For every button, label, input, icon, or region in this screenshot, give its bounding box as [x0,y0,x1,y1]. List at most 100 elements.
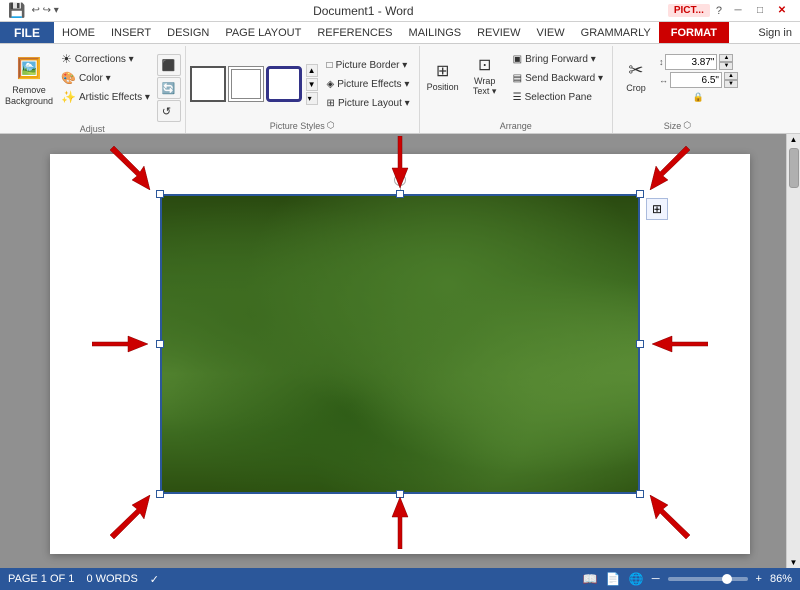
style-preview-3[interactable] [266,66,302,102]
border-icon: □ [327,60,333,71]
scroll-up-btn[interactable]: ▲ [790,135,798,144]
forward-backward-col: ▣ Bring Forward ▾ ▤ Send Backward ▾ ☰ Se… [508,50,608,106]
document-area: ⊞ [0,134,800,568]
wrap-icon: ⊡ [478,55,491,75]
handle-bottom-left[interactable] [156,490,164,498]
size-label: Size ⬡ [617,118,738,133]
styles-expand[interactable]: ⬡ [327,120,335,131]
rotate-handle[interactable] [394,174,406,186]
zoom-slider-thumb[interactable] [722,574,732,584]
picture-layout-btn[interactable]: ⊞ Picture Layout ▾ [322,94,415,112]
handle-bottom-middle[interactable] [396,490,404,498]
height-down[interactable]: ▼ [719,62,733,70]
references-menu[interactable]: REFERENCES [309,22,400,43]
handle-bottom-right[interactable] [636,490,644,498]
design-menu[interactable]: DESIGN [159,22,217,43]
layout-options-icon[interactable]: ⊞ [646,198,668,220]
height-input[interactable] [665,54,717,70]
read-mode-icon[interactable]: 📖 [583,572,598,586]
proof-icon[interactable]: ✓ [150,573,159,586]
color-icon: 🎨 [61,71,76,85]
layout-icon-small: ⊞ [327,98,335,109]
help-btn[interactable]: ? [716,5,722,17]
zoom-level[interactable]: 86% [770,573,792,585]
size-inputs: ↕ ▲ ▼ ↔ ▲ ▼ 🔒 [659,54,738,103]
scroll-down-btn[interactable]: ▼ [790,558,798,567]
styles-scroll-down[interactable]: ▼ [306,78,318,91]
bring-forward-btn[interactable]: ▣ Bring Forward ▾ [508,50,608,68]
remove-background-btn[interactable]: 🖼️ Remove Background [4,50,54,110]
insert-menu[interactable]: INSERT [103,22,159,43]
position-btn[interactable]: ⊞ Position [424,50,462,102]
style-preview-2[interactable] [228,66,264,102]
zoom-slider[interactable] [668,577,748,581]
width-spinner: ▲ ▼ [724,72,738,88]
picture-effects-btn[interactable]: ◈ Picture Effects ▾ [322,75,415,93]
review-menu[interactable]: REVIEW [469,22,528,43]
width-down[interactable]: ▼ [724,80,738,88]
crop-btn[interactable]: ✂ Crop [617,50,655,102]
corrections-btn[interactable]: ☀ Corrections ▾ [56,50,155,68]
minimize-btn[interactable]: ─ [728,3,748,19]
grammarly-menu[interactable]: GRAMMARLY [573,22,659,43]
artistic-icon: ✨ [61,90,76,104]
scroll-thumb[interactable] [789,148,799,188]
height-label: ↕ [659,57,664,67]
styles-scroll-up[interactable]: ▲ [306,64,318,77]
page-layout-menu[interactable]: PAGE LAYOUT [217,22,309,43]
picture-border-btn[interactable]: □ Picture Border ▾ [322,56,415,74]
effects-icon: ◈ [327,79,335,90]
color-btn[interactable]: 🎨 Color ▾ [56,69,155,87]
mailings-menu[interactable]: MAILINGS [401,22,470,43]
compress-column: ⬛ 🔄 ↺ [157,54,181,122]
position-icon: ⊞ [436,61,449,81]
close-btn[interactable]: ✕ [772,3,792,19]
handle-top-right[interactable] [636,190,644,198]
artistic-effects-btn[interactable]: ✨ Artistic Effects ▾ [56,88,155,106]
image-container[interactable]: ⊞ [160,194,640,494]
landscape-image [162,196,638,492]
styles-label: Picture Styles ⬡ [190,118,415,133]
print-layout-icon[interactable]: 📄 [606,572,621,586]
format-menu[interactable]: FORMAT [659,22,729,43]
selection-pane-btn[interactable]: ☰ Selection Pane [508,88,608,106]
image-display[interactable] [160,194,640,494]
wrap-text-btn[interactable]: ⊡ WrapText ▾ [466,50,504,102]
change-picture-btn[interactable]: 🔄 [157,77,181,99]
height-spinner: ▲ ▼ [719,54,733,70]
height-up[interactable]: ▲ [719,54,733,62]
handle-middle-right[interactable] [636,340,644,348]
document-page: ⊞ [50,154,750,554]
send-backward-btn[interactable]: ▤ Send Backward ▾ [508,69,608,87]
file-menu[interactable]: FILE [0,22,54,43]
arrow-bottom [384,497,416,552]
window-title: Document1 - Word [59,4,668,18]
arrow-bottom-left [92,495,152,552]
handle-middle-left[interactable] [156,340,164,348]
home-menu[interactable]: HOME [54,22,103,43]
pict-badge: PICT... [668,4,710,17]
width-up[interactable]: ▲ [724,72,738,80]
signin-btn[interactable]: Sign in [750,22,800,43]
web-view-icon[interactable]: 🌐 [629,572,644,586]
styles-options: □ Picture Border ▾ ◈ Picture Effects ▾ ⊞… [322,56,415,112]
handle-top-left[interactable] [156,190,164,198]
maximize-btn[interactable]: □ [750,3,770,19]
title-bar: 💾 ↩ ↪ ▾ Document1 - Word PICT... ? ─ □ ✕ [0,0,800,22]
view-menu[interactable]: VIEW [529,22,573,43]
page-count: PAGE 1 OF 1 [8,573,74,585]
handle-top-middle[interactable] [396,190,404,198]
arrow-top-left [92,136,152,193]
width-input[interactable] [670,72,722,88]
size-expand[interactable]: ⬡ [683,120,691,131]
compress-btn[interactable]: ⬛ [157,54,181,76]
styles-more[interactable]: ▾ [306,92,318,105]
adjustments-column: ☀ Corrections ▾ 🎨 Color ▾ ✨ Artistic Eff… [56,50,155,106]
style-preview-1[interactable] [190,66,226,102]
zoom-in-btn[interactable]: + [756,573,762,585]
reset-btn[interactable]: ↺ [157,100,181,122]
vertical-scrollbar[interactable]: ▲ ▼ [786,134,800,568]
arrow-bottom-right [648,495,708,552]
zoom-out-btn[interactable]: ─ [652,573,660,585]
send-backward-icon: ▤ [513,73,522,84]
